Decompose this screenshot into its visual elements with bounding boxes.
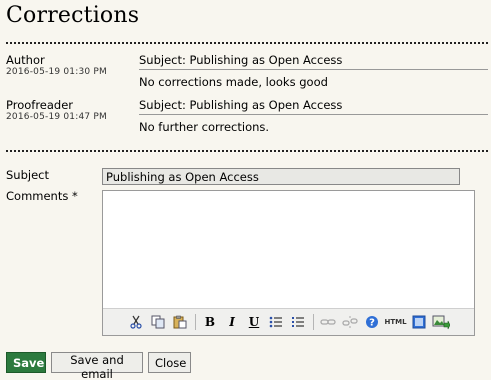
entry-subject: Subject: Publishing as Open Access [139,98,343,112]
numbered-list-icon[interactable] [288,312,309,332]
save-and-email-button[interactable]: Save and email [51,352,143,380]
svg-text:?: ? [369,318,375,329]
subject-label: Subject [6,168,49,182]
italic-icon[interactable]: I [222,312,243,332]
bullet-list-icon[interactable] [266,312,287,332]
toolbar-separator [312,314,314,330]
underline-icon[interactable]: U [244,312,265,332]
entry-subject: Subject: Publishing as Open Access [139,53,343,67]
fullscreen-icon[interactable] [409,312,430,332]
corrections-page: Corrections Author 2016-05-19 01:30 PM S… [0,0,491,380]
html-icon[interactable]: HTML [384,312,408,332]
unlink-icon[interactable] [340,312,361,332]
page-title: Corrections [6,3,140,28]
comments-editor: B I U ? HTML [102,190,475,336]
entry-author: Author [6,53,45,67]
bottom-divider [6,150,488,152]
bold-icon[interactable]: B [200,312,221,332]
cut-icon[interactable] [126,312,147,332]
paste-icon[interactable] [170,312,191,332]
copy-icon[interactable] [148,312,169,332]
entry-date: 2016-05-19 01:47 PM [6,112,107,122]
save-button[interactable]: Save [6,352,46,373]
top-divider [6,42,488,44]
comments-label: Comments * [6,189,78,203]
editor-toolbar: B I U ? HTML [103,308,474,335]
entry-divider [139,69,488,70]
help-icon[interactable]: ? [362,312,383,332]
correction-entry-author: Author 2016-05-19 01:30 PM Subject: Publ… [6,53,488,97]
entry-body: No corrections made, looks good [139,75,328,89]
close-button[interactable]: Close [148,352,191,373]
toolbar-separator [194,314,196,330]
entry-date: 2016-05-19 01:30 PM [6,67,107,77]
entry-author: Proofreader [6,98,74,112]
insert-image-icon[interactable] [431,312,452,332]
entry-divider [139,114,488,115]
comments-textarea[interactable] [103,191,474,309]
subject-input[interactable] [102,168,460,185]
correction-entry-proofreader: Proofreader 2016-05-19 01:47 PM Subject:… [6,98,488,142]
link-icon[interactable] [318,312,339,332]
entry-body: No further corrections. [139,120,270,134]
